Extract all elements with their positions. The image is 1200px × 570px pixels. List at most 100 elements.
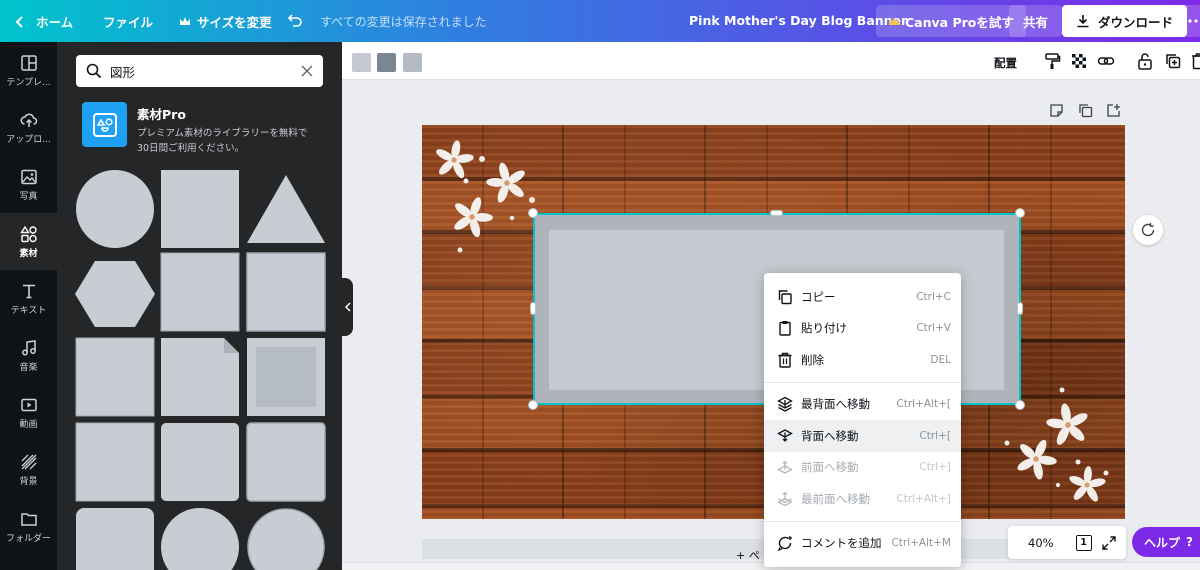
rail-label: 音楽 — [19, 362, 38, 373]
rail-item-music[interactable]: 音楽 — [0, 327, 57, 384]
link-icon[interactable] — [1097, 52, 1115, 70]
color-swatch-2[interactable] — [377, 53, 396, 72]
document-title[interactable]: Pink Mother's Day Blog Banner — [689, 13, 907, 28]
color-swatch-1[interactable] — [352, 53, 371, 72]
resize-handle-top-right[interactable] — [1015, 208, 1025, 218]
home-label: ホーム — [36, 15, 74, 30]
add-page-icon[interactable] — [1106, 103, 1121, 118]
rail-item-folders[interactable]: フォルダー — [0, 498, 57, 555]
resize-handle-bottom-left[interactable] — [528, 400, 538, 410]
pro-trial-label: Canva Proを試す — [905, 14, 1014, 30]
help-question-icon: ? — [1186, 535, 1193, 549]
download-button[interactable]: ダウンロード — [1062, 5, 1188, 37]
shape-circle-outline[interactable] — [247, 508, 325, 570]
resize-handle-right[interactable] — [1017, 302, 1023, 315]
trash-icon[interactable] — [1190, 52, 1200, 70]
menu-shortcut: Ctrl+Alt+] — [896, 492, 951, 505]
pro-promo[interactable]: 素材Pro プレミアム素材のライブラリーを無料で 30日間ご利用ください。 — [82, 102, 327, 154]
chevron-left-icon — [15, 15, 23, 28]
rail-item-templates[interactable]: テンプレ... — [0, 42, 57, 99]
shape-square-shadow-2[interactable] — [75, 337, 155, 417]
send-to-back-icon — [777, 397, 793, 412]
rail-label: 素材 — [19, 248, 38, 259]
crown-icon — [180, 17, 190, 25]
rail-item-uploads[interactable]: アップロ... — [0, 99, 57, 156]
resize-handle-left[interactable] — [530, 302, 536, 315]
transparency-icon[interactable] — [1070, 52, 1088, 70]
promo-title: 素材Pro — [137, 107, 186, 122]
color-swatch-3[interactable] — [403, 53, 422, 72]
shape-rounded-square-outline[interactable] — [246, 422, 326, 502]
zoom-level[interactable]: 40% — [1028, 536, 1054, 550]
canva-pro-trial-button[interactable]: Canva Proを試す — [876, 5, 1026, 37]
clear-icon[interactable] — [301, 65, 313, 77]
shapes-grid — [75, 169, 327, 570]
shape-square[interactable] — [161, 170, 239, 248]
text-icon — [22, 284, 35, 298]
rotate-button[interactable] — [1133, 215, 1163, 245]
pro-elements-icon — [82, 102, 127, 147]
comment-add-icon — [1141, 223, 1155, 237]
elements-icon — [19, 225, 37, 242]
shape-hexagon[interactable] — [75, 261, 155, 327]
note-icon[interactable] — [1049, 103, 1064, 118]
background-pattern-icon — [21, 454, 36, 469]
rail-item-elements[interactable]: 素材 — [0, 213, 57, 270]
resize-handle-bottom-right[interactable] — [1015, 400, 1025, 410]
paint-roller-icon[interactable] — [1043, 52, 1061, 70]
more-button[interactable] — [1178, 5, 1200, 37]
resize-button[interactable]: サイズを変更 — [179, 12, 272, 31]
rail-item-background[interactable]: 背景 — [0, 441, 57, 498]
shape-rounded-square[interactable] — [161, 423, 239, 501]
rail-item-text[interactable]: テキスト — [0, 270, 57, 327]
rail-item-video[interactable]: 動画 — [0, 384, 57, 441]
undo-button[interactable] — [287, 12, 303, 31]
menu-label: コメントを追加 — [801, 536, 882, 551]
menu-shortcut: Ctrl+Alt+M — [891, 537, 951, 550]
copy-icon — [778, 290, 792, 304]
file-menu[interactable]: ファイル — [103, 12, 153, 31]
menu-label: 背面へ移動 — [801, 428, 859, 443]
shape-circle-2[interactable] — [161, 508, 239, 570]
arrange-button[interactable]: 配置 — [994, 55, 1017, 71]
menu-item-copy[interactable]: コピー Ctrl+C — [764, 281, 961, 313]
duplicate-page-icon[interactable] — [1078, 103, 1093, 118]
collapse-panel-button[interactable] — [342, 278, 353, 336]
search-box[interactable] — [76, 55, 323, 87]
shape-square-shadow[interactable] — [160, 252, 240, 332]
help-button[interactable]: ヘルプ ? — [1132, 527, 1200, 557]
shape-rounded-square-2[interactable] — [76, 508, 154, 570]
menu-shortcut: Ctrl+[ — [919, 429, 951, 442]
menu-separator — [764, 381, 961, 383]
shape-square-outline[interactable] — [246, 252, 326, 332]
promo-description-line1: プレミアム素材のライブラリーを無料で — [137, 128, 308, 139]
shape-triangle[interactable] — [247, 175, 325, 243]
more-dots-icon — [1188, 19, 1198, 23]
add-page-button[interactable]: + ペ — [736, 547, 760, 563]
shape-circle[interactable] — [76, 170, 154, 248]
menu-shortcut: DEL — [930, 353, 951, 366]
menu-item-add-comment[interactable]: コメントを追加 Ctrl+Alt+M — [764, 528, 961, 560]
menu-item-delete[interactable]: 削除 DEL — [764, 344, 961, 376]
send-backward-icon — [777, 429, 793, 442]
resize-handle-top-left[interactable] — [528, 208, 538, 218]
menu-item-send-backward[interactable]: 背面へ移動 Ctrl+[ — [764, 420, 961, 452]
menu-item-paste[interactable]: 貼り付け Ctrl+V — [764, 313, 961, 345]
rail-item-photos[interactable]: 写真 — [0, 156, 57, 213]
menu-shortcut: Ctrl+C — [916, 290, 951, 303]
resize-handle-top[interactable] — [770, 210, 783, 216]
video-icon — [20, 398, 37, 411]
page-count-badge[interactable]: 1 — [1075, 534, 1092, 551]
unlock-icon[interactable] — [1136, 52, 1154, 70]
undo-icon — [287, 14, 302, 27]
rail-label: アップロ... — [6, 134, 51, 145]
chevron-left-icon — [344, 302, 350, 312]
rail-label: テンプレ... — [6, 77, 51, 88]
home-button[interactable]: ホーム — [14, 12, 73, 31]
menu-item-send-to-back[interactable]: 最背面へ移動 Ctrl+Alt+[ — [764, 389, 961, 421]
duplicate-icon[interactable] — [1164, 52, 1182, 70]
fullscreen-icon[interactable] — [1101, 535, 1116, 550]
share-button[interactable]: 共有 — [1009, 5, 1063, 37]
search-input[interactable] — [110, 63, 293, 79]
shape-square-thick[interactable] — [75, 422, 155, 502]
